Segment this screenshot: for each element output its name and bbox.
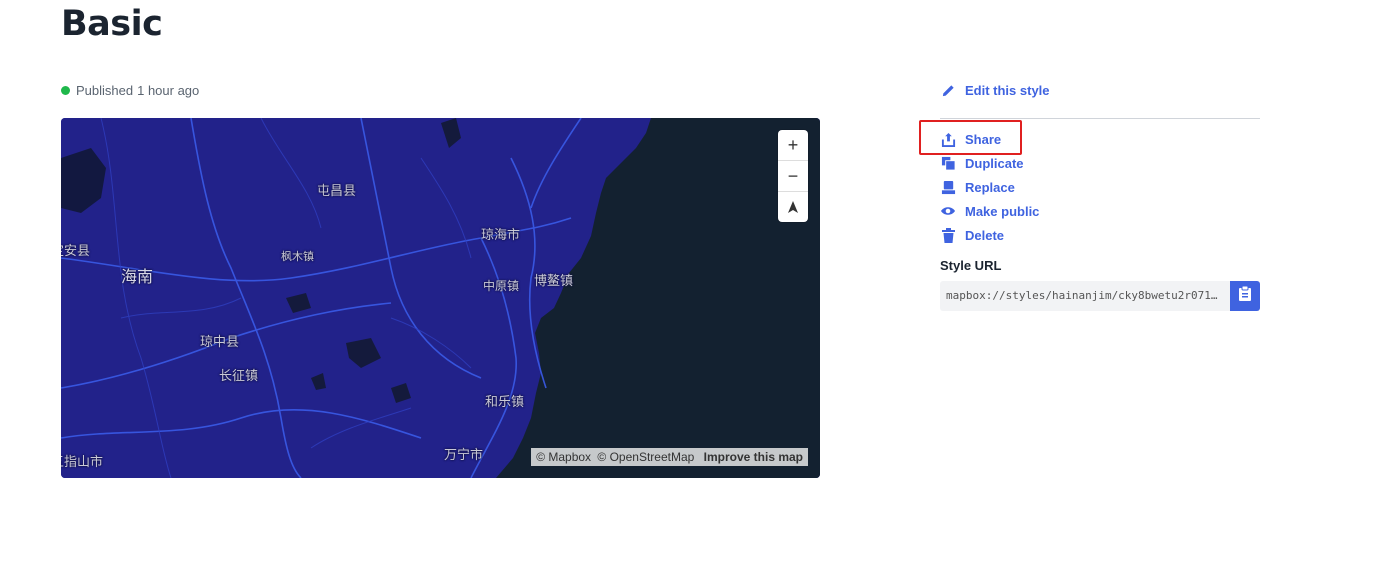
publish-status: Published 1 hour ago bbox=[61, 83, 199, 98]
mapbox-attribution-link[interactable]: © Mapbox bbox=[536, 450, 591, 464]
map-label: 琼海市 bbox=[481, 228, 521, 243]
actions-divider bbox=[940, 118, 1260, 119]
replace-label: Replace bbox=[965, 179, 1015, 195]
map-label: 长征镇 bbox=[219, 369, 259, 384]
zoom-in-button[interactable]: + bbox=[778, 130, 808, 161]
map-label: 万宁市 bbox=[444, 448, 484, 463]
replace-icon bbox=[940, 179, 956, 195]
status-time: 1 hour ago bbox=[137, 83, 200, 98]
map-attribution: © Mapbox © OpenStreetMap Improve this ma… bbox=[531, 448, 808, 466]
map-label: 屯昌县 bbox=[317, 184, 357, 199]
style-url-label: Style URL bbox=[940, 258, 1002, 273]
osm-attribution-link[interactable]: © OpenStreetMap bbox=[597, 450, 694, 464]
map-label: 琼中县 bbox=[200, 335, 240, 350]
delete-button[interactable]: Delete bbox=[940, 223, 1260, 247]
trash-icon bbox=[940, 227, 956, 243]
delete-label: Delete bbox=[965, 227, 1005, 243]
status-text: Published bbox=[76, 83, 134, 98]
map-label: 定安县 bbox=[61, 244, 91, 259]
zoom-out-button[interactable]: − bbox=[778, 161, 808, 192]
style-url-field: mapbox://styles/hainanjim/cky8bwetu2r071… bbox=[940, 281, 1260, 311]
eye-icon bbox=[940, 203, 956, 219]
edit-style-label: Edit this style bbox=[965, 82, 1050, 98]
duplicate-label: Duplicate bbox=[965, 155, 1024, 171]
page-title: Basic bbox=[61, 4, 163, 44]
pencil-icon bbox=[940, 82, 956, 98]
replace-button[interactable]: Replace bbox=[940, 175, 1260, 199]
clipboard-icon bbox=[1239, 285, 1251, 306]
map-label: 五指山市 bbox=[61, 455, 104, 470]
copy-style-url-button[interactable] bbox=[1230, 281, 1260, 311]
style-actions: Edit this style Share Duplicate Replace … bbox=[940, 82, 1260, 247]
status-dot-icon bbox=[61, 86, 70, 95]
map-preview[interactable]: 屯昌县 琼海市 海南 枫木镇 定安县 博鳌镇 中原镇 琼中县 长征镇 和乐镇 万… bbox=[61, 118, 820, 478]
duplicate-icon bbox=[940, 155, 956, 171]
style-url-input[interactable]: mapbox://styles/hainanjim/cky8bwetu2r071… bbox=[940, 281, 1230, 311]
make-public-label: Make public bbox=[965, 203, 1040, 219]
map-label: 博鳌镇 bbox=[534, 274, 574, 289]
map-label: 中原镇 bbox=[483, 279, 520, 293]
share-icon bbox=[940, 131, 956, 147]
compass-button[interactable] bbox=[778, 192, 808, 222]
share-button[interactable]: Share bbox=[940, 127, 1260, 151]
map-controls: + − bbox=[778, 130, 808, 222]
make-public-button[interactable]: Make public bbox=[940, 199, 1260, 223]
compass-icon bbox=[788, 201, 798, 213]
map-canvas bbox=[61, 118, 820, 478]
duplicate-button[interactable]: Duplicate bbox=[940, 151, 1260, 175]
share-label: Share bbox=[965, 131, 1002, 147]
improve-map-link[interactable]: Improve this map bbox=[704, 450, 803, 464]
map-label: 和乐镇 bbox=[485, 395, 525, 410]
map-label: 枫木镇 bbox=[281, 250, 314, 263]
edit-style-button[interactable]: Edit this style bbox=[940, 78, 1260, 102]
map-label: 海南 bbox=[121, 267, 154, 286]
